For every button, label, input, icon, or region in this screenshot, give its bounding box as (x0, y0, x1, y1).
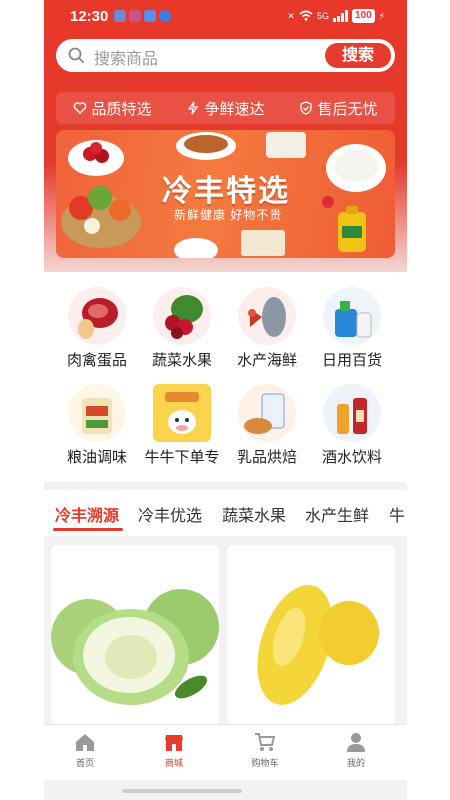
tab-active-indicator (53, 528, 123, 531)
bottom-nav: 首页 商城 购物车 我的 (44, 724, 407, 780)
dairy-bakery-icon (238, 384, 296, 442)
search-bar[interactable]: 搜索商品 搜索 (56, 39, 395, 72)
category-label: 日用百货 (321, 352, 382, 369)
tab-lengfeng-trace[interactable]: 冷丰溯源 (55, 502, 119, 526)
mute-icon: ✕ (287, 10, 295, 21)
app-screen: 12:30 ✕ 5G 100 ⚡ 搜索商品 搜索 品质特选 争鲜速达 售后无忧 … (44, 0, 407, 800)
shield-check-icon (300, 101, 313, 115)
category-rice-oil[interactable]: 粮油调味 (55, 384, 139, 467)
network-type: 5G (316, 11, 329, 21)
nav-shop[interactable]: 商城 (144, 731, 204, 769)
category-vegetables[interactable]: 蔬菜水果 (140, 287, 224, 370)
mango-image (257, 585, 379, 705)
status-right: ✕ 5G 100 ⚡ (287, 9, 385, 23)
nav-home[interactable]: 首页 (55, 731, 115, 769)
search-icon (68, 47, 84, 63)
feature-label: 争鲜速达 (204, 100, 265, 118)
bulb-icon (159, 10, 171, 22)
feature-label: 售后无忧 (317, 100, 378, 118)
category-cow-order[interactable]: 牛牛下单专 (140, 384, 224, 467)
search-button[interactable]: 搜索 (325, 43, 391, 68)
vegetables-fruit-icon (153, 287, 211, 345)
category-daily-goods[interactable]: 日用百货 (310, 287, 394, 370)
tab-lengfeng-select[interactable]: 冷丰优选 (138, 502, 202, 526)
category-dairy[interactable]: 乳品烘焙 (225, 384, 309, 467)
daily-goods-icon (323, 287, 381, 345)
tab-vegetables-fruit[interactable]: 蔬菜水果 (222, 502, 286, 526)
home-icon (76, 734, 94, 751)
category-meat[interactable]: 肉禽蛋品 (55, 287, 139, 370)
nav-label: 我的 (346, 758, 365, 768)
guava-image (51, 589, 219, 705)
category-seafood[interactable]: 水产海鲜 (225, 287, 309, 370)
product-card[interactable] (227, 545, 395, 725)
cow-order-icon (153, 384, 211, 442)
status-time: 12:30 (70, 8, 109, 25)
tab-seafood-fresh[interactable]: 水产生鲜 (305, 502, 369, 526)
tab-bar: 冷丰溯源 冷丰优选 蔬菜水果 水产生鲜 牛 (44, 490, 407, 536)
instagram-icon (129, 10, 141, 22)
charging-icon: ⚡ (378, 10, 385, 21)
category-label: 乳品烘焙 (236, 449, 297, 466)
meat-icon (68, 287, 126, 345)
app-icon (144, 10, 156, 22)
shop-icon (165, 735, 183, 751)
category-label: 牛牛下单专 (144, 449, 220, 466)
banner-title: 冷丰特选 (162, 175, 290, 208)
promo-banner[interactable]: 冷丰特选 新鲜健康 好物不贵 (56, 130, 395, 258)
banner-subtitle: 新鲜健康 好物不贵 (174, 208, 283, 222)
category-label: 肉禽蛋品 (66, 352, 127, 369)
category-label: 酒水饮料 (321, 449, 382, 466)
user-icon (347, 733, 365, 752)
status-bar: 12:30 ✕ 5G 100 ⚡ (44, 0, 407, 34)
product-card[interactable] (51, 545, 219, 725)
category-label: 水产海鲜 (236, 352, 297, 369)
category-label: 蔬菜水果 (151, 352, 212, 369)
wifi-icon (299, 10, 313, 23)
search-input[interactable]: 搜索商品 (94, 45, 158, 69)
feature-aftersale: 售后无忧 (299, 98, 378, 119)
header: 12:30 ✕ 5G 100 ⚡ 搜索商品 搜索 品质特选 争鲜速达 售后无忧 … (44, 0, 407, 272)
nav-cart[interactable]: 购物车 (235, 731, 295, 769)
nav-label: 商城 (164, 758, 183, 768)
home-indicator[interactable] (122, 789, 242, 793)
lightning-icon (188, 101, 199, 115)
drinks-icon (323, 384, 381, 442)
feature-delivery: 争鲜速达 (186, 98, 265, 119)
tab-cow[interactable]: 牛 (389, 502, 405, 526)
battery-indicator: 100 (351, 9, 375, 23)
cart-icon (255, 733, 276, 751)
category-drinks[interactable]: 酒水饮料 (310, 384, 394, 467)
heart-icon (74, 102, 87, 114)
nav-profile[interactable]: 我的 (326, 731, 386, 769)
feature-label: 品质特选 (91, 100, 152, 118)
seafood-icon (238, 287, 296, 345)
notification-icons (114, 10, 171, 22)
rice-oil-icon (68, 384, 126, 442)
category-label: 粮油调味 (66, 449, 127, 466)
feature-strip: 品质特选 争鲜速达 售后无忧 (56, 92, 395, 124)
nav-label: 首页 (75, 758, 94, 768)
signal-icon (332, 10, 348, 22)
feature-quality: 品质特选 (73, 98, 152, 119)
usb-icon (114, 10, 126, 22)
category-grid: 肉禽蛋品 蔬菜水果 水产海鲜 日用百货 粮油调味 牛牛下单专 乳品烘焙 酒水饮料 (44, 272, 407, 482)
nav-label: 购物车 (251, 758, 279, 768)
